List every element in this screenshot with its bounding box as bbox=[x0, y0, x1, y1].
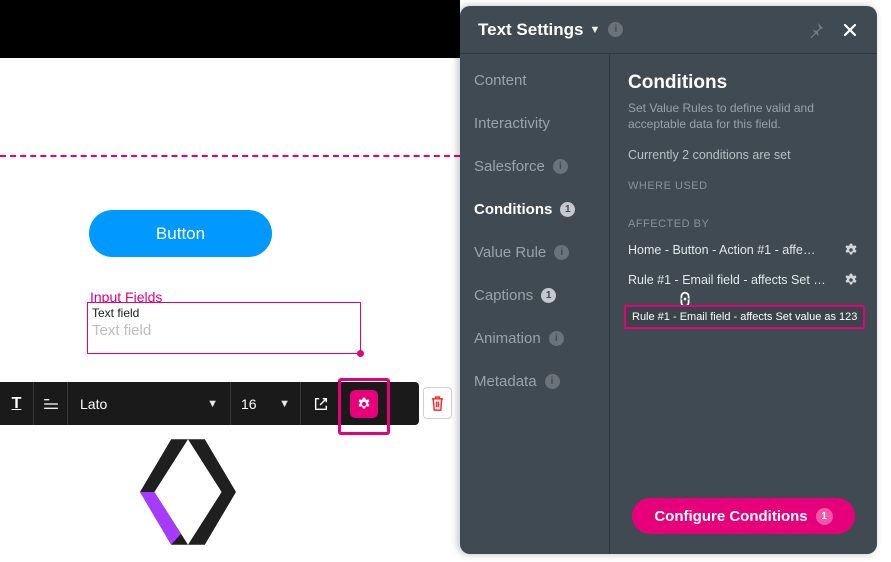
font-size-value: 16 bbox=[241, 396, 257, 412]
conditions-heading: Conditions bbox=[628, 72, 859, 94]
section-divider bbox=[0, 155, 460, 157]
tab-label: Interactivity bbox=[474, 115, 550, 132]
tab-conditions[interactable]: Conditions 1 bbox=[474, 201, 609, 218]
pin-icon[interactable] bbox=[807, 21, 825, 39]
font-size-select[interactable]: 16 ▼ bbox=[231, 382, 301, 425]
text-field-placeholder: Text field bbox=[88, 320, 360, 341]
canvas-button[interactable]: Button bbox=[89, 210, 272, 257]
tab-label: Metadata bbox=[474, 373, 537, 390]
rule-settings-button[interactable] bbox=[843, 242, 859, 258]
tab-label: Conditions bbox=[474, 201, 552, 218]
info-icon: i bbox=[549, 331, 564, 346]
tab-metadata[interactable]: Metadata i bbox=[474, 373, 609, 390]
chevron-down-icon: ▼ bbox=[207, 398, 218, 410]
configure-conditions-button[interactable]: Configure Conditions 1 bbox=[632, 498, 854, 534]
conditions-content: Conditions Set Value Rules to define val… bbox=[610, 54, 877, 554]
align-button[interactable] bbox=[34, 382, 68, 425]
trash-icon bbox=[430, 395, 445, 412]
count-badge: 1 bbox=[541, 288, 556, 303]
canvas-button-label: Button bbox=[156, 224, 205, 244]
tab-label: Captions bbox=[474, 287, 533, 304]
settings-tabs: Content Interactivity Salesforce i Condit… bbox=[460, 54, 610, 554]
where-used-label: WHERE USED bbox=[628, 180, 859, 192]
panel-title: Text Settings bbox=[478, 20, 583, 40]
delete-button[interactable] bbox=[423, 387, 452, 419]
close-icon bbox=[842, 22, 858, 38]
align-left-icon bbox=[43, 398, 59, 410]
configure-count-badge: 1 bbox=[816, 508, 833, 525]
rule-settings-button[interactable] bbox=[843, 272, 859, 288]
info-icon: i bbox=[545, 374, 560, 389]
rule-text: Rule #1 - Email field - affects Set … bbox=[628, 273, 835, 287]
close-button[interactable] bbox=[839, 19, 861, 41]
app-logo bbox=[128, 432, 248, 552]
affected-by-label: AFFECTED BY bbox=[628, 218, 859, 230]
conditions-summary: Currently 2 conditions are set bbox=[628, 148, 859, 162]
chevron-down-icon: ▼ bbox=[279, 398, 290, 410]
font-family-value: Lato bbox=[80, 396, 107, 412]
open-external-button[interactable] bbox=[301, 382, 341, 425]
settings-button[interactable] bbox=[341, 382, 387, 425]
conditions-description: Set Value Rules to define valid and acce… bbox=[628, 100, 859, 132]
settings-panel: Text Settings ▼ i Content Interactivity … bbox=[460, 6, 877, 554]
tab-label: Animation bbox=[474, 330, 541, 347]
text-field-element[interactable]: Text field Text field bbox=[87, 302, 361, 354]
info-icon: i bbox=[554, 245, 569, 260]
tab-value-rule[interactable]: Value Rule i bbox=[474, 244, 609, 261]
chevron-down-icon: ▼ bbox=[589, 24, 600, 36]
rule-text: Home - Button - Action #1 - affe… bbox=[628, 243, 835, 257]
affected-rule[interactable]: Home - Button - Action #1 - affe… bbox=[628, 242, 859, 258]
text-field-label: Text field bbox=[88, 303, 360, 320]
tab-label: Salesforce bbox=[474, 158, 545, 175]
top-bar bbox=[0, 0, 460, 58]
info-icon[interactable]: i bbox=[608, 22, 623, 37]
panel-header: Text Settings ▼ i bbox=[460, 6, 877, 54]
info-icon: i bbox=[553, 159, 568, 174]
open-external-icon bbox=[313, 396, 329, 412]
tab-label: Value Rule bbox=[474, 244, 546, 261]
selection-handle[interactable] bbox=[357, 350, 364, 357]
rule-tooltip: Rule #1 - Email field - affects Set valu… bbox=[624, 305, 865, 329]
tab-salesforce[interactable]: Salesforce i bbox=[474, 158, 609, 175]
text-style-button[interactable]: T bbox=[0, 382, 34, 425]
tab-label: Content bbox=[474, 72, 527, 89]
tab-captions[interactable]: Captions 1 bbox=[474, 287, 609, 304]
count-badge: 1 bbox=[560, 202, 575, 217]
gear-icon bbox=[356, 396, 372, 412]
tab-animation[interactable]: Animation i bbox=[474, 330, 609, 347]
tab-content[interactable]: Content bbox=[474, 72, 609, 89]
panel-title-dropdown[interactable]: Text Settings ▼ bbox=[478, 20, 600, 40]
configure-conditions-label: Configure Conditions bbox=[654, 508, 807, 525]
font-family-select[interactable]: Lato ▼ bbox=[68, 382, 231, 425]
editor-toolbar: T Lato ▼ 16 ▼ bbox=[0, 382, 419, 425]
affected-rule[interactable]: Rule #1 - Email field - affects Set … Ru… bbox=[628, 272, 859, 288]
tab-interactivity[interactable]: Interactivity bbox=[474, 115, 609, 132]
